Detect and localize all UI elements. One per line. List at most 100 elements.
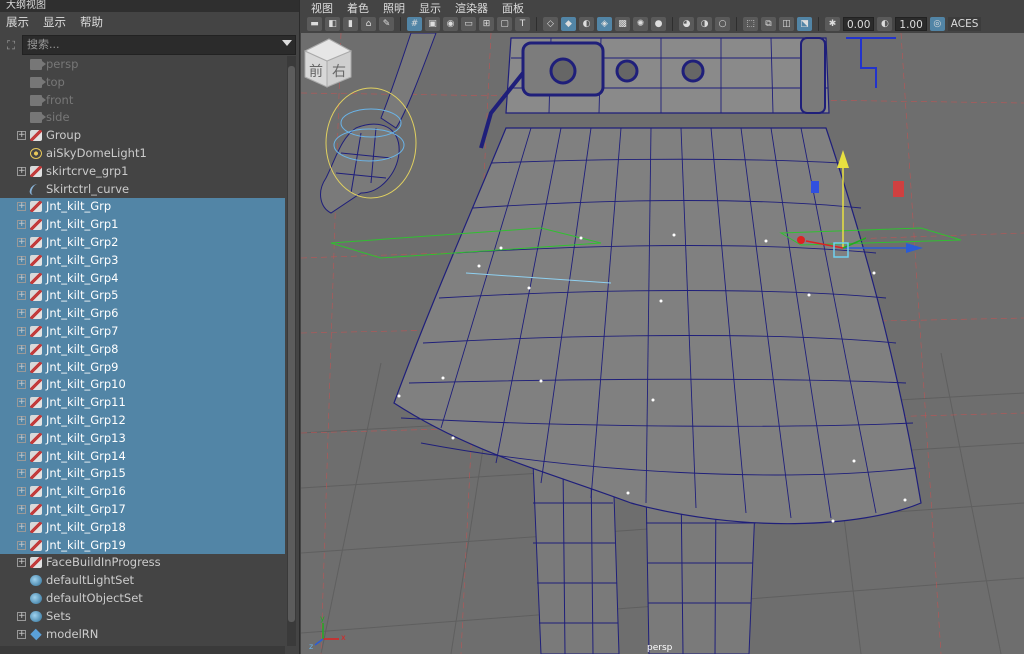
outliner-item[interactable]: + Jnt_kilt_Grp1 <box>0 216 285 234</box>
menu-show[interactable]: 显示 <box>419 0 441 16</box>
xray-active-icon[interactable]: ⬔ <box>797 17 812 31</box>
outliner-item[interactable]: + Jnt_kilt_Grp6 <box>0 305 285 323</box>
expand-toggle-icon[interactable]: + <box>17 291 26 301</box>
exposure-field[interactable]: 0.00 <box>843 17 875 31</box>
ambient-occlusion-icon[interactable]: ◕ <box>679 17 694 31</box>
menu-show[interactable]: 显示 <box>43 14 66 30</box>
expand-toggle-icon[interactable]: + <box>17 220 26 230</box>
film-gate-icon[interactable]: ▣ <box>425 17 440 31</box>
outliner-item[interactable]: front <box>0 92 285 110</box>
scrollbar-thumb[interactable] <box>288 66 295 622</box>
expand-toggle-icon[interactable]: + <box>17 540 26 550</box>
menu-display[interactable]: 展示 <box>6 14 29 30</box>
outliner-item[interactable]: + Jnt_kilt_Grp16 <box>0 483 285 501</box>
expand-toggle-icon[interactable]: + <box>17 131 26 141</box>
outliner-item[interactable]: side <box>0 109 285 127</box>
exposure-icon[interactable]: ✱ <box>825 17 840 31</box>
outliner-item[interactable]: + Jnt_kilt_Grp17 <box>0 500 285 519</box>
expand-toggle-icon[interactable]: + <box>17 469 26 479</box>
outliner-item[interactable]: + modelRN <box>0 626 285 644</box>
outliner-item[interactable]: + Jnt_kilt_Grp12 <box>0 411 285 430</box>
menu-renderer[interactable]: 渲染器 <box>455 0 488 16</box>
outliner-item[interactable]: + Jnt_kilt_Grp15 <box>0 465 285 484</box>
camera-attributes-icon[interactable]: ◧ <box>325 17 340 31</box>
image-plane-icon[interactable]: ⌂ <box>361 17 376 31</box>
color-management-icon[interactable]: ◎ <box>929 17 945 31</box>
outliner-item[interactable]: + skirtcrve_grp1 <box>0 163 285 181</box>
wireframe-icon[interactable]: ◇ <box>543 17 558 31</box>
outliner-item[interactable]: defaultObjectSet <box>0 590 285 608</box>
isolate-select-icon[interactable]: ⬚ <box>743 17 758 31</box>
textured-icon[interactable]: ▩ <box>615 17 630 31</box>
anti-aliasing-icon[interactable]: ○ <box>715 17 730 31</box>
viewcube-front-label[interactable]: 前 <box>309 63 323 80</box>
search-dropdown-icon[interactable] <box>282 40 292 46</box>
search-input[interactable]: 搜索... <box>22 35 296 55</box>
expand-toggle-icon[interactable]: + <box>17 380 26 390</box>
expand-toggle-icon[interactable]: + <box>17 558 26 568</box>
view-transform-dropdown[interactable]: ACES <box>947 17 982 31</box>
menu-lighting[interactable]: 照明 <box>383 0 405 16</box>
wireframe-on-shaded-icon[interactable]: ◈ <box>597 17 612 31</box>
outliner-item[interactable]: + Jnt_kilt_Grp14 <box>0 447 285 466</box>
3d-viewport[interactable]: x y z 前 右 persp <box>301 33 1024 654</box>
shadows-icon[interactable]: ● <box>651 17 666 31</box>
outliner-item[interactable]: + Jnt_kilt_Grp13 <box>0 429 285 448</box>
expand-toggle-icon[interactable]: + <box>17 451 26 461</box>
field-chart-icon[interactable]: ⊞ <box>479 17 494 31</box>
outliner-item[interactable]: + Jnt_kilt_Grp18 <box>0 518 285 537</box>
expand-toggle-icon[interactable]: + <box>17 166 26 176</box>
outliner-item[interactable]: defaultLightSet <box>0 572 285 590</box>
outliner-item[interactable]: + Jnt_kilt_Grp4 <box>0 269 285 288</box>
safe-action-icon[interactable]: ▢ <box>497 17 512 31</box>
outliner-item[interactable]: + Jnt_kilt_Grp7 <box>0 322 285 341</box>
expand-toggle-icon[interactable]: + <box>17 415 26 425</box>
safe-title-icon[interactable]: T <box>515 17 530 31</box>
expand-toggle-icon[interactable]: + <box>17 202 26 212</box>
expand-toggle-icon[interactable]: + <box>17 326 26 336</box>
viewcube[interactable]: 前 右 <box>301 33 355 89</box>
outliner-item[interactable]: top <box>0 74 285 92</box>
expand-toggle-icon[interactable]: + <box>17 629 26 639</box>
expand-toggle-icon[interactable]: + <box>17 362 26 372</box>
expand-toggle-icon[interactable]: + <box>17 487 26 497</box>
outliner-item[interactable]: + Jnt_kilt_Grp8 <box>0 340 285 359</box>
outliner-item[interactable]: Skirtctrl_curve <box>0 181 285 199</box>
viewcube-right-label[interactable]: 右 <box>332 64 346 80</box>
xray-icon[interactable]: ⧉ <box>761 17 776 31</box>
menu-help[interactable]: 帮助 <box>80 14 103 30</box>
resolution-gate-icon[interactable]: ◉ <box>443 17 458 31</box>
lights-icon[interactable]: ✺ <box>633 17 648 31</box>
expand-toggle-icon[interactable]: + <box>17 237 26 247</box>
gamma-icon[interactable]: ◐ <box>877 17 893 31</box>
filter-icon[interactable]: ⛶ <box>0 34 22 56</box>
menu-panels[interactable]: 面板 <box>502 0 524 16</box>
default-material-icon[interactable]: ◐ <box>579 17 594 31</box>
bookmark-icon[interactable]: ▮ <box>343 17 358 31</box>
expand-toggle-icon[interactable]: + <box>17 273 26 283</box>
expand-toggle-icon[interactable]: + <box>17 255 26 265</box>
outliner-item[interactable]: + Jnt_kilt_Grp5 <box>0 287 285 306</box>
expand-toggle-icon[interactable]: + <box>17 504 26 514</box>
outliner-item[interactable]: + Jnt_kilt_Grp <box>0 198 285 217</box>
menu-shading[interactable]: 着色 <box>347 0 369 16</box>
grid-icon[interactable]: # <box>407 17 422 31</box>
expand-toggle-icon[interactable]: + <box>17 309 26 319</box>
outliner-item[interactable]: + Jnt_kilt_Grp9 <box>0 358 285 377</box>
expand-toggle-icon[interactable]: + <box>17 433 26 443</box>
smooth-shade-icon[interactable]: ◆ <box>561 17 576 31</box>
outliner-item[interactable]: + Jnt_kilt_Grp11 <box>0 394 285 412</box>
expand-toggle-icon[interactable]: + <box>17 398 26 408</box>
xray-joints-icon[interactable]: ◫ <box>779 17 794 31</box>
outliner-item[interactable]: + Group <box>0 127 285 145</box>
outliner-item[interactable]: + Jnt_kilt_Grp19 <box>0 536 285 555</box>
expand-toggle-icon[interactable]: + <box>17 611 26 621</box>
grease-pencil-icon[interactable]: ✎ <box>379 17 394 31</box>
outliner-horizontal-scrollbar[interactable] <box>0 646 285 654</box>
camera-icon[interactable]: ▬ <box>307 17 322 31</box>
outliner-item[interactable]: aiSkyDomeLight1 <box>0 145 285 163</box>
outliner-vertical-scrollbar[interactable] <box>287 56 296 646</box>
outliner-item[interactable]: + FaceBuildInProgress <box>0 554 285 572</box>
gamma-field[interactable]: 1.00 <box>895 17 927 31</box>
expand-toggle-icon[interactable]: + <box>17 522 26 532</box>
